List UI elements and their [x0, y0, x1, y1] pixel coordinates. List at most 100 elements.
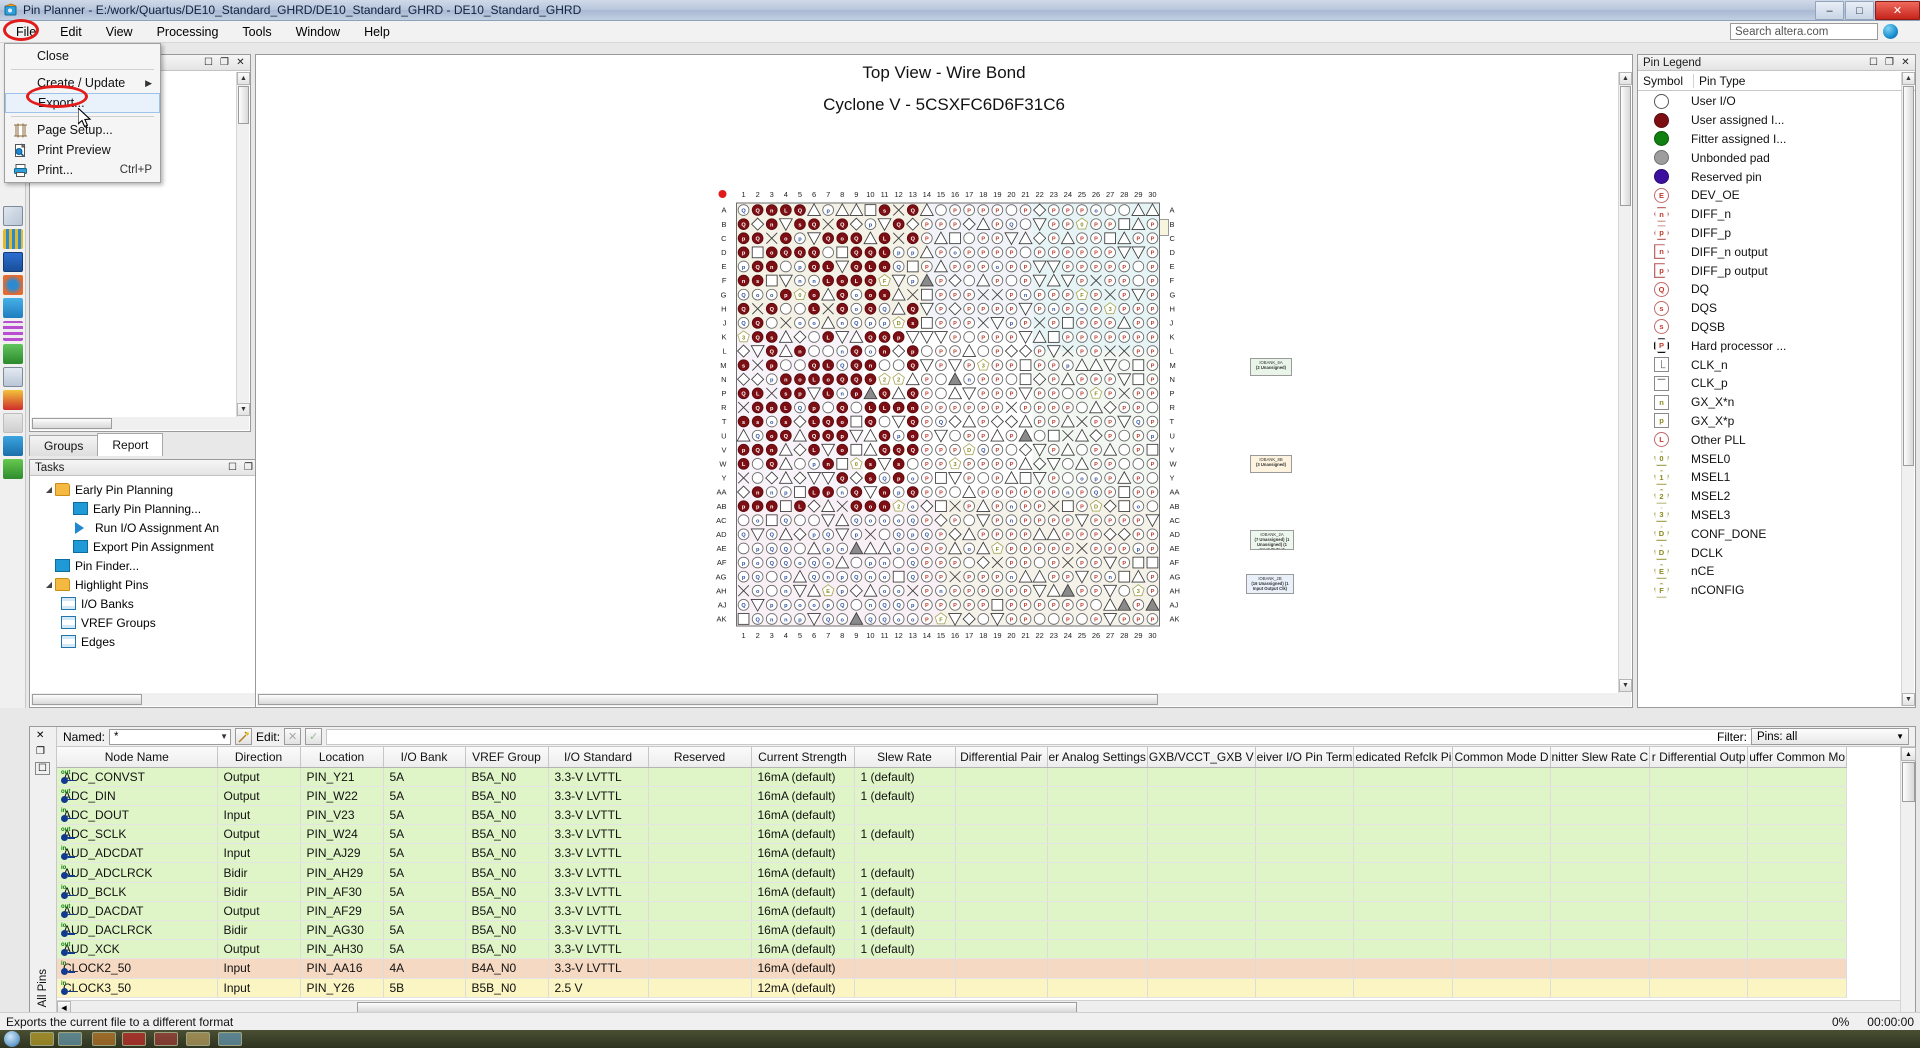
cell-col10[interactable] [1047, 862, 1148, 883]
cell-col17[interactable] [1747, 805, 1848, 826]
cell-direction[interactable]: Bidir [217, 862, 301, 883]
cell-col12[interactable] [1255, 786, 1355, 806]
cell-col17[interactable] [1747, 978, 1848, 998]
cell-node-name[interactable]: io AUD_ADCLRCK [57, 862, 218, 883]
cell-col11[interactable] [1147, 824, 1256, 845]
task-node-export-pin-assignment[interactable]: Export Pin Assignment [33, 537, 274, 556]
cell-vref[interactable]: B5A_N0 [465, 805, 549, 826]
cell-col15[interactable] [1550, 824, 1651, 845]
io-bank-tag[interactable]: IOBANK_2B (16 Unassigned) (1 Input Output… [1246, 574, 1294, 594]
cell-col15[interactable] [1550, 882, 1651, 902]
cell-col17[interactable] [1747, 843, 1848, 864]
taskbar-item-5[interactable] [154, 1032, 178, 1046]
cell-col10[interactable] [1047, 901, 1148, 922]
expander-icon[interactable]: ◢ [43, 485, 55, 494]
cell-col14[interactable] [1452, 767, 1551, 787]
cell-current[interactable]: 16mA (default) [751, 920, 855, 941]
scroll-down-arrow[interactable]: ▼ [1902, 693, 1915, 706]
task-node-io-banks[interactable]: I/O Banks [33, 594, 274, 613]
hscroll-thumb[interactable] [32, 418, 112, 429]
cell-col17[interactable] [1747, 767, 1848, 787]
chevron-down-icon[interactable]: ▼ [220, 732, 228, 741]
cell-reserved[interactable] [648, 843, 752, 864]
cell-col9[interactable] [955, 939, 1048, 960]
cell-node-name[interactable]: in AUD_ADCDAT [57, 843, 218, 864]
cell-node-name[interactable]: in CLOCK2_50 [57, 958, 218, 979]
io-bank-tag[interactable]: IOBANK_2A (7 Unassigned) (1 Unassigned) (… [1250, 530, 1294, 550]
column-header[interactable]: Current Strength [751, 747, 855, 768]
cell-col16[interactable] [1649, 862, 1749, 883]
cell-slew[interactable]: 1 (default) [854, 824, 956, 845]
task-node-run-io-assignment-analysis[interactable]: Run I/O Assignment An [33, 518, 274, 537]
cell-col14[interactable] [1452, 843, 1551, 864]
edit-cancel-button[interactable]: ✕ [284, 728, 302, 745]
column-header[interactable]: Slew Rate [854, 747, 956, 768]
cell-location[interactable]: PIN_V23 [300, 805, 384, 826]
cell-col17[interactable] [1747, 882, 1848, 902]
cell-col15[interactable] [1550, 939, 1651, 960]
cell-col10[interactable] [1047, 843, 1148, 864]
table-vscrollbar[interactable]: ▲ [1900, 747, 1916, 1013]
cell-current[interactable]: 16mA (default) [751, 805, 855, 826]
close-button[interactable]: ✕ [1875, 1, 1920, 20]
taskbar-item-4[interactable] [122, 1032, 146, 1046]
cell-col11[interactable] [1147, 958, 1256, 979]
cell-col11[interactable] [1147, 939, 1256, 960]
cell-col16[interactable] [1649, 939, 1749, 960]
groups-hscrollbar[interactable] [31, 417, 249, 430]
cell-node-name[interactable]: io AUD_BCLK [57, 882, 218, 902]
cell-reserved[interactable] [648, 805, 752, 826]
column-header[interactable]: Direction [217, 747, 301, 768]
pin-panel-icon[interactable]: ☐ [226, 461, 239, 474]
cell-reserved[interactable] [648, 939, 752, 960]
cell-current[interactable]: 16mA (default) [751, 824, 855, 845]
cell-col9[interactable] [955, 862, 1048, 883]
cell-bank[interactable]: 5B [383, 978, 466, 998]
cell-col10[interactable] [1047, 805, 1148, 826]
cell-col13[interactable] [1353, 843, 1454, 864]
column-header[interactable]: r Differential Outp [1649, 747, 1749, 768]
cell-col16[interactable] [1649, 882, 1749, 902]
cell-slew[interactable] [854, 978, 956, 998]
cell-reserved[interactable] [648, 920, 752, 941]
cell-col14[interactable] [1452, 786, 1551, 806]
scroll-thumb[interactable] [1903, 86, 1914, 466]
pin-panel-icon[interactable]: ☐ [202, 56, 215, 69]
cell-col10[interactable] [1047, 939, 1148, 960]
cell-col12[interactable] [1255, 978, 1355, 998]
cell-std[interactable]: 2.5 V [548, 978, 649, 998]
cell-vref[interactable]: B5A_N0 [465, 882, 549, 902]
close-panel-icon[interactable]: ✕ [36, 730, 44, 741]
cell-col15[interactable] [1550, 843, 1651, 864]
cell-slew[interactable]: 1 (default) [854, 862, 956, 883]
cell-bank[interactable]: 5A [383, 767, 466, 787]
task-node-early-pin-planning[interactable]: ◢ Early Pin Planning [33, 480, 274, 499]
cell-col13[interactable] [1353, 786, 1454, 806]
cell-std[interactable]: 3.3-V LVTTL [548, 786, 649, 806]
cell-slew[interactable]: 1 (default) [854, 920, 956, 941]
cell-col14[interactable] [1452, 824, 1551, 845]
cell-col16[interactable] [1649, 958, 1749, 979]
cell-col16[interactable] [1649, 920, 1749, 941]
cell-slew[interactable] [854, 958, 956, 979]
cell-col12[interactable] [1255, 843, 1355, 864]
scroll-thumb[interactable] [238, 86, 249, 124]
cell-col9[interactable] [955, 767, 1048, 787]
menu-tools[interactable]: Tools [230, 22, 283, 42]
cell-bank[interactable]: 5A [383, 939, 466, 960]
start-button-icon[interactable] [4, 1031, 20, 1047]
cell-reserved[interactable] [648, 978, 752, 998]
table-row[interactable]: out AUD_XCK Output PIN_AH30 5A B5A_N0 3.3-V LV… [57, 939, 1848, 960]
cell-col17[interactable] [1747, 920, 1848, 941]
cell-col16[interactable] [1649, 805, 1749, 826]
menu-view[interactable]: View [94, 22, 145, 42]
cell-node-name[interactable]: out ADC_SCLK [57, 824, 218, 845]
cell-col11[interactable] [1147, 882, 1256, 902]
edit-accept-button[interactable]: ✓ [305, 728, 323, 745]
cell-col14[interactable] [1452, 978, 1551, 998]
scroll-up-arrow[interactable]: ▲ [1619, 72, 1632, 85]
column-header[interactable]: uffer Common Mo [1747, 747, 1848, 768]
cell-col11[interactable] [1147, 786, 1256, 806]
ball-grid-diagram[interactable]: 1122334455667788991010111112121313141415… [707, 179, 1182, 648]
pin-panel-icon[interactable]: ☐ [35, 762, 50, 775]
